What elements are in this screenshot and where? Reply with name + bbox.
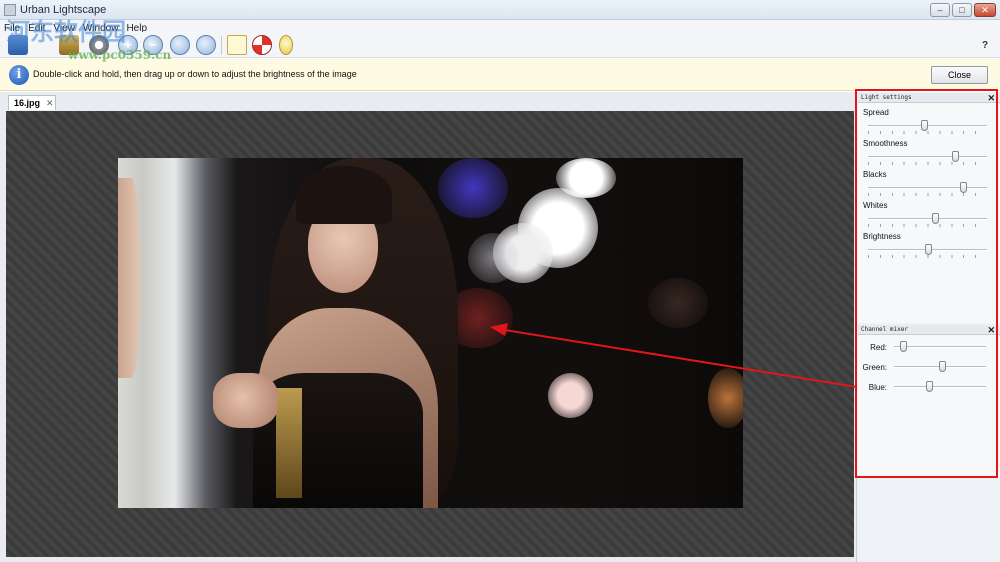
photo-bokeh	[548, 373, 593, 418]
title-bar: Urban Lightscape – □ ✕	[0, 0, 1000, 20]
image-canvas[interactable]	[6, 111, 854, 557]
photo-poster	[118, 178, 140, 378]
info-bar: i Double-click and hold, then drag up or…	[0, 59, 1000, 91]
info-message: Double-click and hold, then drag up or d…	[33, 69, 357, 79]
photo-bokeh	[648, 278, 708, 328]
info-icon: i	[9, 65, 29, 85]
photo-hands	[213, 373, 278, 428]
tab-close-icon[interactable]: ✕	[46, 96, 54, 110]
fit-icon[interactable]	[170, 35, 190, 55]
maximize-button[interactable]: □	[952, 3, 972, 17]
photo-bokeh	[438, 158, 508, 218]
tab-image[interactable]: 16.jpg ✕	[8, 95, 56, 110]
minimize-button[interactable]: –	[930, 3, 950, 17]
watermark: 河东软件园	[6, 18, 126, 46]
actual-size-icon[interactable]	[196, 35, 216, 55]
tip-icon[interactable]	[279, 35, 293, 55]
watermark-url: www.pc0359.cn	[68, 48, 172, 62]
toolbar-separator	[221, 36, 222, 55]
photo-bokeh	[708, 368, 743, 428]
panels-icon[interactable]	[227, 35, 247, 55]
photo-bangs	[296, 166, 392, 224]
editor-area: 16.jpg ✕	[0, 92, 856, 562]
close-window-button[interactable]: ✕	[974, 3, 996, 17]
help-icon[interactable]	[252, 35, 272, 55]
annotation-box	[855, 89, 998, 478]
photo-necklace	[276, 388, 302, 498]
photo-bokeh	[468, 233, 518, 283]
menu-bar: File Edit View Window Help	[0, 20, 1000, 34]
tab-label: 16.jpg	[14, 98, 41, 108]
close-button[interactable]: Close	[931, 66, 988, 84]
help-question-button[interactable]: ?	[982, 40, 988, 51]
image-preview[interactable]	[118, 158, 743, 508]
